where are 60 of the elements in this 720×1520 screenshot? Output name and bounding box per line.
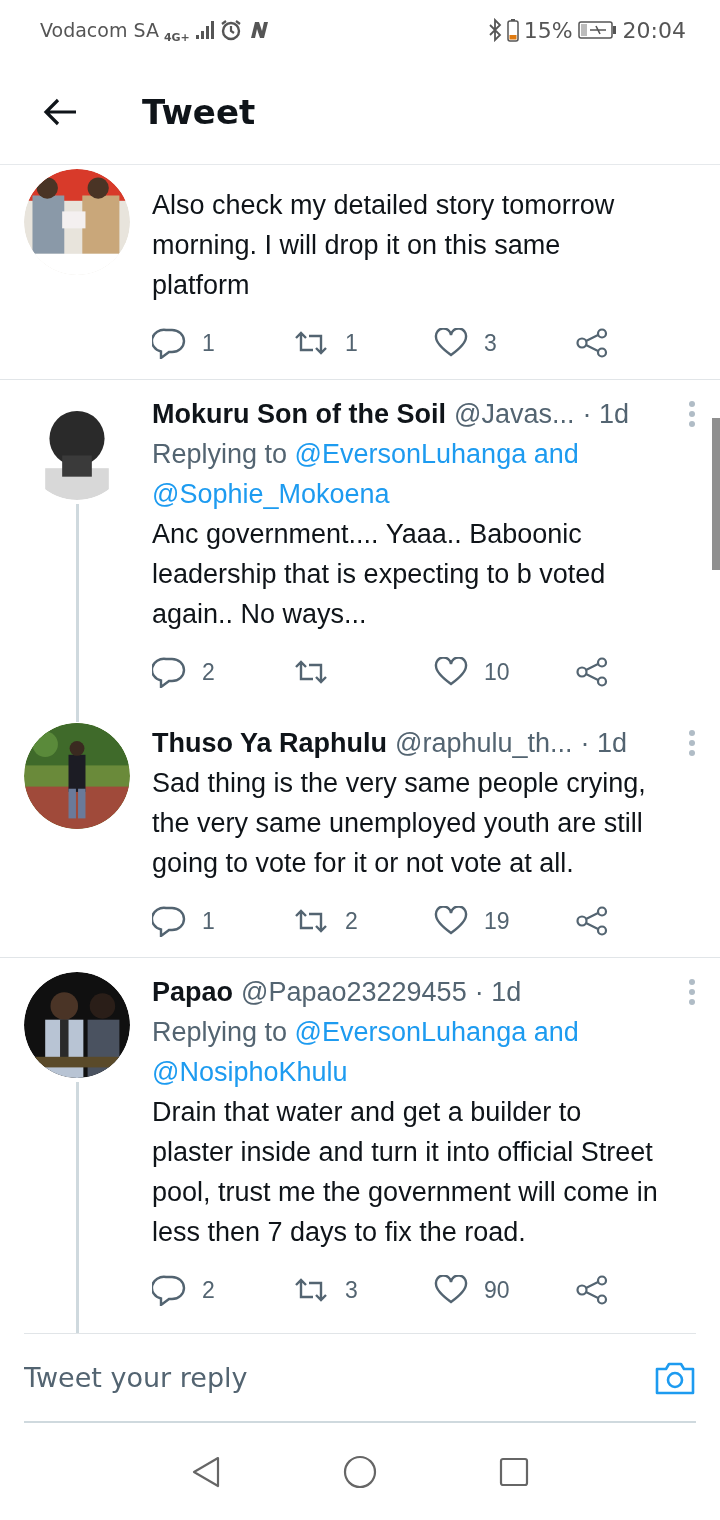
share-icon[interactable] bbox=[575, 906, 609, 936]
clock-time: 20:04 bbox=[622, 17, 686, 43]
mention-link[interactable]: @Sophie_Mokoena bbox=[152, 479, 390, 509]
share-icon[interactable] bbox=[575, 1275, 609, 1305]
reply-count: 2 bbox=[202, 658, 215, 686]
reply-field[interactable]: Tweet your reply bbox=[24, 1362, 644, 1393]
reply-icon[interactable] bbox=[152, 656, 186, 688]
retweet-icon[interactable] bbox=[293, 658, 329, 686]
user-handle: @raphulu_th... bbox=[395, 727, 573, 759]
retweet-count: 3 bbox=[345, 1276, 358, 1304]
tweet-text: Anc government.... Yaaa.. Baboonic leadership that is expecting to b voted again.. No ways... bbox=[152, 518, 607, 631]
charging-icon bbox=[577, 20, 618, 40]
tweet-time: · 1d bbox=[474, 976, 522, 1008]
carrier-name: Vodacom SA bbox=[40, 19, 159, 41]
tweet-time: · 1d bbox=[582, 398, 629, 430]
back-nav-icon[interactable] bbox=[191, 1454, 221, 1489]
user-handle: @Papao23229455 bbox=[241, 976, 467, 1008]
reply-count: 1 bbox=[202, 329, 215, 357]
share-icon[interactable] bbox=[575, 657, 609, 687]
like-count: 90 bbox=[484, 1276, 510, 1304]
user-handle: @Javas... bbox=[454, 398, 575, 430]
alarm-icon bbox=[219, 19, 242, 41]
tweet-text: Also check my detailed story tomorrow morning. I will drop it on this same platform bbox=[152, 189, 616, 302]
retweet-count: 1 bbox=[345, 329, 358, 357]
reply-icon[interactable] bbox=[152, 327, 186, 359]
retweet-icon[interactable] bbox=[293, 329, 329, 357]
user-name[interactable]: Mokuru Son of the Soil bbox=[152, 398, 446, 430]
mention-link[interactable]: @EversonLuhanga and bbox=[294, 439, 579, 469]
tweet-text: Drain that water and get a builder to plaster inside and turn it into official Street pool, trust me the government will come in less then 7 days to fix the road. bbox=[152, 1096, 659, 1249]
reply-icon[interactable] bbox=[152, 1274, 186, 1306]
like-count: 10 bbox=[484, 658, 510, 686]
user-name[interactable]: Papao bbox=[152, 976, 234, 1008]
network-type: 4G+ bbox=[163, 30, 190, 44]
tweet-time: · 1d bbox=[580, 727, 628, 759]
battery-icon bbox=[506, 18, 519, 42]
like-icon[interactable] bbox=[434, 328, 468, 358]
recents-nav-icon[interactable] bbox=[499, 1456, 529, 1487]
like-count: 3 bbox=[484, 329, 497, 357]
like-icon[interactable] bbox=[434, 1275, 468, 1305]
bluetooth-icon bbox=[487, 18, 502, 42]
retweet-count: 2 bbox=[345, 907, 358, 935]
tweet-text: Sad thing is the very same people crying, the very same unemployed youth are still going to vote for it or not vote at all. bbox=[152, 767, 647, 880]
like-icon[interactable] bbox=[434, 906, 468, 936]
page-title: Tweet bbox=[142, 92, 256, 132]
mention-link[interactable]: @NosiphoKhulu bbox=[152, 1057, 348, 1087]
share-icon[interactable] bbox=[575, 328, 609, 358]
battery-percent: 15% bbox=[523, 17, 573, 43]
mention-link[interactable]: @EversonLuhanga and bbox=[294, 1017, 579, 1047]
retweet-icon[interactable] bbox=[293, 1276, 329, 1304]
like-count: 19 bbox=[484, 907, 510, 935]
signal-icon bbox=[194, 20, 215, 40]
replying-text: Replying to @EversonLuhanga and @NosiphoKhulu bbox=[152, 1016, 580, 1089]
retweet-icon[interactable] bbox=[293, 907, 329, 935]
reply-count: 2 bbox=[202, 1276, 215, 1304]
reply-count: 1 bbox=[202, 907, 215, 935]
like-icon[interactable] bbox=[434, 657, 468, 687]
replying-text: Replying to @EversonLuhanga and @Sophie_Mokoena bbox=[152, 438, 580, 511]
home-nav-icon[interactable] bbox=[343, 1454, 377, 1489]
user-name[interactable]: Thuso Ya Raphulu bbox=[152, 727, 388, 759]
reply-icon[interactable] bbox=[152, 905, 186, 937]
